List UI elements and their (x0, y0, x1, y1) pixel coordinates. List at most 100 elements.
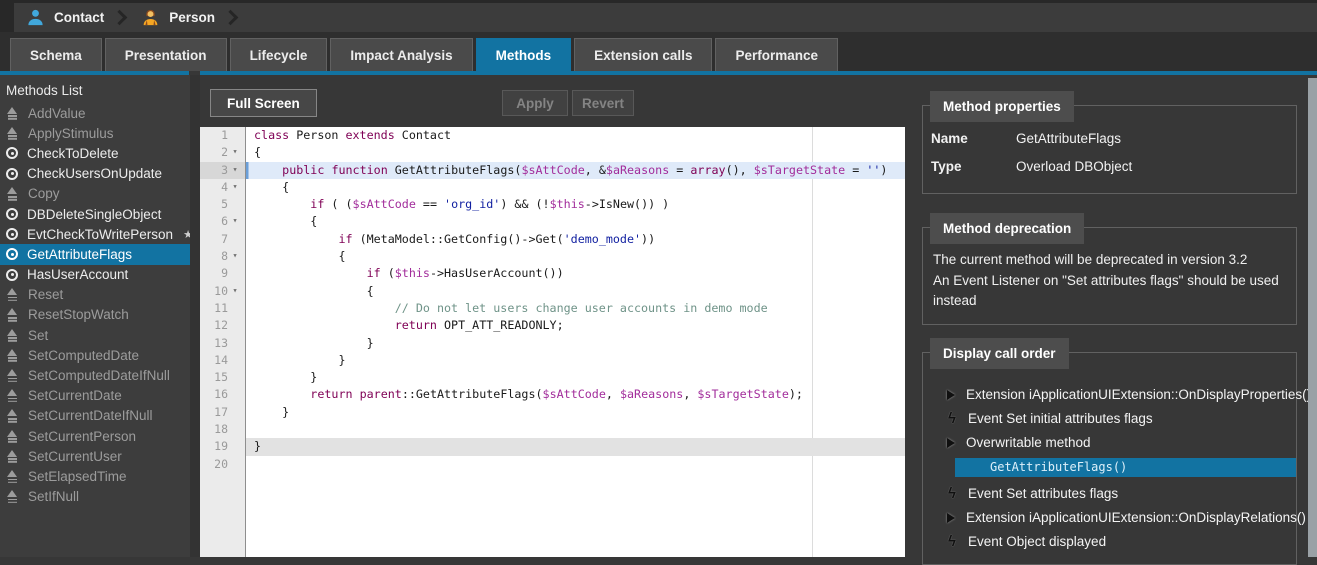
sidebar-item-getattributeflags[interactable]: GetAttributeFlags (0, 244, 190, 264)
line-number: 9 (200, 265, 228, 282)
code-token (254, 318, 395, 332)
tab-impact-analysis[interactable]: Impact Analysis (330, 38, 472, 71)
sidebar-item-label: SetElapsedTime (28, 469, 127, 484)
call-order-item-event-set-initial-attributes-flags[interactable]: ϟEvent Set initial attributes flags (923, 407, 1296, 431)
call-order-item-extension-iapplicationuiextension-ondisplayproperties[interactable]: Extension iApplicationUIExtension::OnDis… (923, 383, 1296, 407)
method-deprecation-section: Method deprecation The current method wi… (922, 227, 1297, 325)
code-token: { (254, 180, 289, 194)
fold-arrow-icon[interactable]: ▾ (228, 283, 242, 300)
sidebar-item-setcurrentperson[interactable]: SetCurrentPerson (0, 426, 190, 446)
code-token: } (254, 353, 345, 367)
code-editor[interactable]: 12▾3▾4▾56▾78▾910▾11121314151617181920 cl… (200, 127, 905, 557)
fold-arrow-icon[interactable]: ▾ (228, 144, 242, 161)
sidebar-item-set[interactable]: Set (0, 325, 190, 345)
code-token: { (254, 214, 317, 228)
call-order-method-getattributeflags[interactable]: GetAttributeFlags() (955, 458, 1296, 477)
sidebar-item-checkusersonupdate[interactable]: CheckUsersOnUpdate (0, 164, 190, 184)
sidebar-item-dbdeletesingleobject[interactable]: DBDeleteSingleObject (0, 204, 190, 224)
code-token: array (690, 163, 725, 177)
fold-arrow-icon[interactable]: ▾ (228, 248, 242, 265)
sidebar-item-label: ApplyStimulus (28, 126, 114, 141)
editor-line-4[interactable]: { (246, 179, 905, 196)
editor-line-7[interactable]: if (MetaModel::GetConfig()->Get('demo_mo… (246, 231, 905, 248)
fold-arrow-icon[interactable]: ▾ (228, 162, 242, 179)
sidebar-item-setcurrentdateifnull[interactable]: SetCurrentDateIfNull (0, 406, 190, 426)
editor-line-12[interactable]: return OPT_ATT_READONLY; (246, 317, 905, 334)
code-token: return (395, 318, 437, 332)
editor-line-1[interactable]: class Person extends Contact (246, 127, 905, 144)
revert-button[interactable]: Revert (572, 90, 634, 116)
sidebar-item-addvalue[interactable]: AddValue (0, 103, 190, 123)
method-deprecation-text: The current method will be deprecated in… (933, 250, 1284, 312)
sidebar-item-hasuseraccount[interactable]: HasUserAccount (0, 265, 190, 285)
sidebar-item-applystimulus[interactable]: ApplyStimulus (0, 123, 190, 143)
code-token (353, 387, 360, 401)
inherited-method-icon (6, 430, 19, 443)
tab-extension-calls[interactable]: Extension calls (574, 38, 712, 71)
sidebar-item-setifnull[interactable]: SetIfNull (0, 487, 190, 507)
play-triangle-icon (947, 513, 955, 523)
code-token: , (683, 387, 697, 401)
editor-line-5[interactable]: if ( ($sAttCode == 'org_id') && (!$this-… (246, 196, 905, 213)
vertical-scrollbar[interactable] (1308, 78, 1317, 557)
code-token: , & (585, 163, 606, 177)
editor-line-16[interactable]: return parent::GetAttributeFlags($sAttCo… (246, 386, 905, 403)
inherited-method-icon (6, 349, 19, 362)
code-token: 'org_id' (444, 197, 500, 211)
sidebar-item-setcomputeddateifnull[interactable]: SetComputedDateIfNull (0, 365, 190, 385)
call-order-item-extension-iapplicationuiextension-ondisplayrelations[interactable]: Extension iApplicationUIExtension::OnDis… (923, 506, 1296, 530)
tab-schema[interactable]: Schema (10, 38, 102, 71)
sidebar-item-setcurrentuser[interactable]: SetCurrentUser (0, 446, 190, 466)
call-order-item-event-object-displayed[interactable]: ϟEvent Object displayed (923, 530, 1296, 554)
sidebar-item-setelapsedtime[interactable]: SetElapsedTime (0, 466, 190, 486)
sidebar-item-label: Copy (28, 186, 60, 201)
tab-performance[interactable]: Performance (715, 38, 838, 71)
apply-button[interactable]: Apply (502, 90, 568, 116)
code-token: ) (880, 163, 887, 177)
property-row-type: TypeOverload DBObject (931, 159, 1286, 174)
editor-line-10[interactable]: { (246, 283, 905, 300)
editor-line-9[interactable]: if ($this->HasUserAccount()) (246, 265, 905, 282)
editor-line-20[interactable] (246, 456, 905, 473)
code-token: ); (789, 387, 803, 401)
editor-line-14[interactable]: } (246, 352, 905, 369)
breadcrumb: Contact Person (14, 3, 1317, 32)
lightning-icon: ϟ (947, 534, 957, 549)
editor-line-6[interactable]: { (246, 213, 905, 230)
tab-methods[interactable]: Methods (476, 38, 572, 71)
editor-line-18[interactable] (246, 421, 905, 438)
sidebar-item-checktodelete[interactable]: CheckToDelete (0, 143, 190, 163)
full-screen-button[interactable]: Full Screen (210, 89, 317, 117)
line-number: 17 (200, 404, 228, 421)
editor-line-8[interactable]: { (246, 248, 905, 265)
sidebar-item-copy[interactable]: Copy (0, 184, 190, 204)
sidebar-item-resetstopwatch[interactable]: ResetStopWatch (0, 305, 190, 325)
breadcrumb-item-contact[interactable]: Contact (22, 8, 108, 27)
tab-bar: SchemaPresentationLifecycleImpact Analys… (0, 32, 1317, 71)
person-blue-icon (26, 8, 45, 27)
tab-lifecycle[interactable]: Lifecycle (230, 38, 328, 71)
call-order-item-event-set-attributes-flags[interactable]: ϟEvent Set attributes flags (923, 482, 1296, 506)
inherited-method-icon (6, 369, 19, 382)
call-order-item-overwritable-method[interactable]: Overwritable method (923, 431, 1296, 455)
editor-line-15[interactable]: } (246, 369, 905, 386)
sidebar-item-label: SetCurrentDateIfNull (28, 408, 153, 423)
editor-line-11[interactable]: // Do not let users change user accounts… (246, 300, 905, 317)
editor-code[interactable]: class Person extends Contact{ public fun… (246, 127, 905, 557)
fold-arrow-icon[interactable]: ▾ (228, 213, 242, 230)
editor-line-17[interactable]: } (246, 404, 905, 421)
editor-line-3[interactable]: public function GetAttributeFlags($sAttC… (246, 162, 905, 179)
sidebar-splitter[interactable] (190, 75, 200, 557)
sidebar-item-setcurrentdate[interactable]: SetCurrentDate (0, 386, 190, 406)
sidebar-item-evtchecktowriteperson[interactable]: EvtCheckToWritePerson★ (0, 224, 190, 244)
editor-line-19[interactable]: } (246, 438, 905, 455)
breadcrumb-item-person[interactable]: Person (137, 8, 219, 27)
fold-arrow-icon[interactable]: ▾ (228, 179, 242, 196)
editor-line-13[interactable]: } (246, 335, 905, 352)
editor-line-2[interactable]: { (246, 144, 905, 161)
sidebar-item-setcomputeddate[interactable]: SetComputedDate (0, 345, 190, 365)
deprecation-line: The current method will be deprecated in… (933, 250, 1284, 271)
inherited-method-icon (6, 308, 19, 321)
sidebar-item-reset[interactable]: Reset (0, 285, 190, 305)
tab-presentation[interactable]: Presentation (105, 38, 227, 71)
